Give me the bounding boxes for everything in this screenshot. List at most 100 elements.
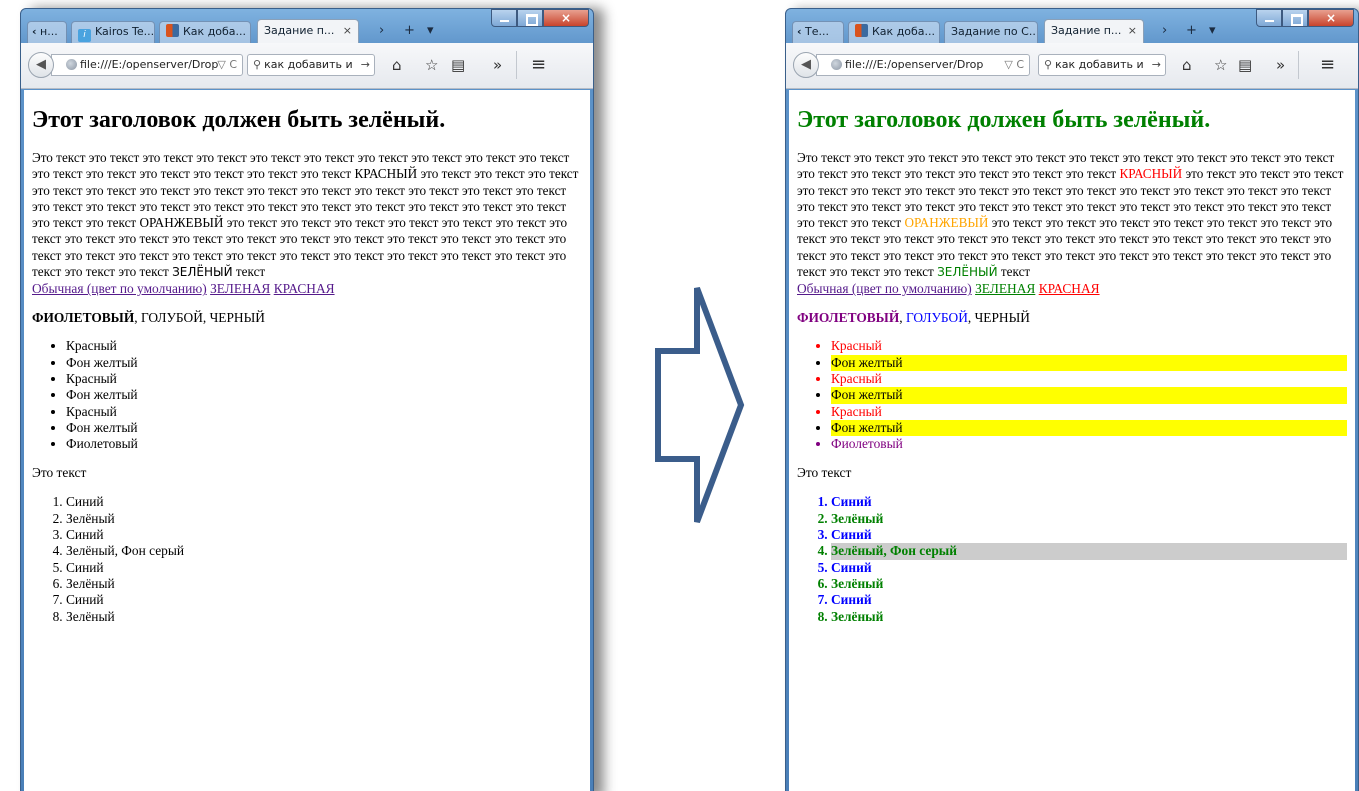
page-title: Этот заголовок должен быть зелёный.	[32, 107, 446, 133]
tab-label: Kairos Te...	[95, 25, 155, 38]
url-controls[interactable]: ▽ C	[1004, 55, 1024, 75]
green-word: ЗЕЛЁНЫЙ	[937, 265, 998, 280]
overflow-icon[interactable]: »	[493, 56, 502, 74]
dropdown-icon[interactable]: ▽	[1004, 58, 1012, 71]
nav-toolbar: file:///E:/openserver/Drop ▽ C ◀ ⚲ как до…	[21, 43, 593, 89]
link-default[interactable]: Обычная (цвет по умолчанию)	[32, 281, 207, 296]
dropdown-icon[interactable]: ▽	[217, 58, 225, 71]
nav-toolbar: file:///E:/openserver/Drop ▽ C ◀ ⚲ как до…	[786, 43, 1358, 89]
link-red[interactable]: КРАСНАЯ	[274, 281, 335, 296]
close-icon[interactable]: ×	[1128, 20, 1137, 42]
scroll-right-icon[interactable]: ›	[1162, 23, 1167, 38]
reader-icon[interactable]: ▤	[451, 56, 465, 74]
tab-3[interactable]: Как доба...	[159, 21, 251, 43]
menu-icon[interactable]: ≡	[1320, 56, 1335, 74]
list-item: Зелёный, Фон серый	[66, 543, 582, 559]
tab-2[interactable]: Как доба...	[848, 21, 940, 43]
tab-list-icon[interactable]: ▾	[1209, 23, 1216, 38]
home-icon[interactable]: ⌂	[1182, 56, 1192, 74]
url-bar[interactable]: file:///E:/openserver/Drop ▽ C	[51, 54, 243, 76]
tab-2[interactable]: i Kairos Te...	[71, 21, 155, 43]
browser-window-styled: ‹ Те... Как доба... Задание по С... Зада…	[785, 8, 1359, 791]
link-green[interactable]: ЗЕЛЕНАЯ	[975, 281, 1035, 296]
page-title: Этот заголовок должен быть зелёный.	[797, 107, 1211, 133]
list-item: Фон желтый	[831, 387, 1347, 404]
text-paragraph: Это текст это текст это текст это текст …	[797, 150, 1347, 280]
menu-icon[interactable]: ≡	[531, 56, 546, 74]
back-button[interactable]: ◀	[28, 52, 54, 78]
browser-window-unstyled: ‹ н... i Kairos Te... Как доба... Задание…	[20, 8, 594, 791]
list-item: Красный	[66, 338, 582, 354]
blue-word: ГОЛУБОЙ	[140, 310, 203, 326]
reload-icon[interactable]: C	[1016, 58, 1024, 71]
numbered-list: Синий Зелёный Синий Зелёный, Фон серый С…	[797, 494, 1347, 624]
tab-label: Задание п...	[1051, 24, 1122, 37]
search-bar[interactable]: ⚲ как добавить и →	[1038, 54, 1166, 76]
globe-icon	[66, 59, 77, 70]
tab-active[interactable]: Задание п... ×	[1044, 19, 1144, 43]
purple-word: ФИОЛЕТОВЫЙ	[797, 310, 900, 326]
back-button[interactable]: ◀	[793, 52, 819, 78]
list-item: Фон желтый	[66, 387, 582, 403]
go-icon[interactable]: →	[361, 55, 370, 75]
right-arrow-icon	[655, 286, 745, 524]
plain-text: Это текст	[797, 465, 852, 481]
tab-label: Как доба...	[872, 25, 936, 38]
toolbar-separator	[1298, 51, 1299, 79]
link-green[interactable]: ЗЕЛЕНАЯ	[210, 281, 270, 296]
green-word: ЗЕЛЁНЫЙ	[172, 265, 233, 280]
red-word: КРАСНЫЙ	[1119, 166, 1183, 182]
list-item: Зелёный	[831, 609, 1347, 625]
orange-word: ОРАНЖЕВЫЙ	[139, 215, 224, 231]
links-line: Обычная (цвет по умолчанию) ЗЕЛЕНАЯ КРАС…	[32, 280, 582, 297]
new-tab-icon[interactable]: +	[1186, 23, 1197, 38]
search-text: как добавить и	[1055, 58, 1144, 71]
list-item: Синий	[66, 592, 582, 608]
new-tab-icon[interactable]: +	[404, 23, 415, 38]
tab-1[interactable]: ‹ н...	[27, 21, 67, 43]
bookmark-icon[interactable]: ☆	[1214, 56, 1227, 74]
close-window-button[interactable]: ×	[1308, 9, 1354, 27]
bullet-list: Красный Фон желтый Красный Фон желтый Кр…	[32, 338, 582, 452]
tab-3[interactable]: Задание по С...	[944, 21, 1038, 43]
tab-list-icon[interactable]: ▾	[427, 23, 434, 38]
list-item: Фон желтый	[831, 419, 1347, 437]
page-content: Этот заголовок должен быть зелёный. Это …	[789, 90, 1355, 791]
orange-word: ОРАНЖЕВЫЙ	[904, 215, 989, 231]
text-run: текст	[997, 264, 1031, 280]
link-default[interactable]: Обычная (цвет по умолчанию)	[797, 281, 972, 296]
blue-word: ГОЛУБОЙ	[905, 310, 968, 326]
maximize-button[interactable]	[1282, 9, 1308, 27]
maximize-button[interactable]	[517, 9, 543, 27]
nav-back-arrow-icon[interactable]: ‹	[32, 25, 37, 38]
overflow-icon[interactable]: »	[1276, 56, 1285, 74]
nav-back-arrow-icon[interactable]: ‹	[797, 25, 802, 38]
link-red[interactable]: КРАСНАЯ	[1039, 281, 1100, 296]
url-controls[interactable]: ▽ C	[217, 55, 237, 75]
reader-icon[interactable]: ▤	[1238, 56, 1252, 74]
tab-active[interactable]: Задание п... ×	[257, 19, 359, 43]
tab-1[interactable]: ‹ Те...	[792, 21, 844, 43]
url-text: file:///E:/openserver/Drop	[845, 58, 984, 71]
black-word: ЧЕРНЫЙ	[974, 310, 1030, 326]
links-line: Обычная (цвет по умолчанию) ЗЕЛЕНАЯ КРАС…	[797, 280, 1347, 297]
go-icon[interactable]: →	[1152, 55, 1161, 75]
search-bar[interactable]: ⚲ как добавить и →	[247, 54, 375, 76]
tab-label: Задание п...	[264, 24, 335, 37]
url-bar[interactable]: file:///E:/openserver/Drop ▽ C	[816, 54, 1030, 76]
tab-label: н...	[40, 25, 58, 38]
scroll-right-icon[interactable]: ›	[379, 23, 384, 38]
bookmark-icon[interactable]: ☆	[425, 56, 438, 74]
list-item: Фон желтый	[831, 354, 1347, 371]
reload-icon[interactable]: C	[229, 58, 237, 71]
list-item: Фон желтый	[66, 355, 582, 371]
tab-bar: ‹ н... i Kairos Te... Как доба... Задание…	[21, 9, 593, 43]
close-window-button[interactable]: ×	[543, 9, 589, 27]
list-item: Фон желтый	[66, 420, 582, 436]
minimize-button[interactable]	[491, 9, 517, 27]
minimize-button[interactable]	[1256, 9, 1282, 27]
close-icon[interactable]: ×	[343, 20, 352, 42]
list-item: Красный	[66, 404, 582, 420]
home-icon[interactable]: ⌂	[392, 56, 402, 74]
plain-text: Это текст	[32, 465, 87, 481]
